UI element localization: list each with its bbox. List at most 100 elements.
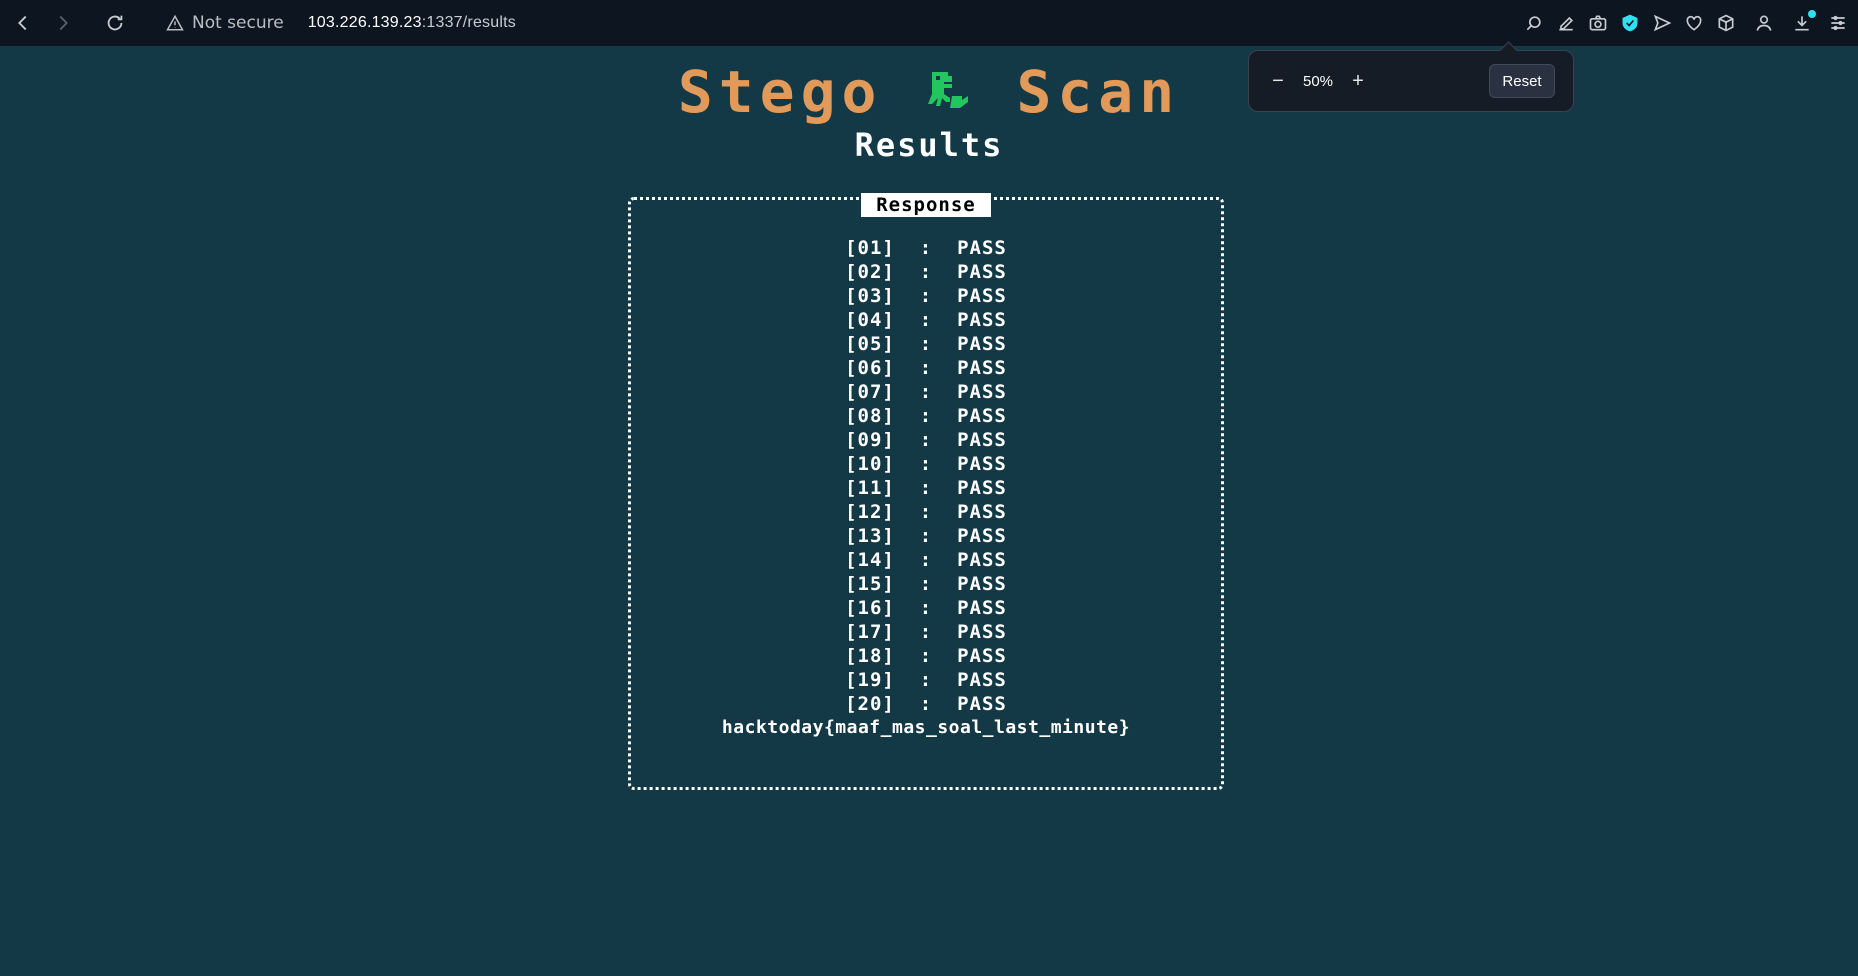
result-separator: : [919,621,933,643]
reload-button[interactable] [100,8,130,38]
result-row: [05] : PASS [628,332,1224,356]
result-id: [01] [845,237,895,259]
result-status: PASS [957,501,1007,523]
result-row: [02] : PASS [628,260,1224,284]
result-separator: : [919,501,933,523]
result-id: [19] [845,669,895,691]
result-id: [09] [845,429,895,451]
result-id: [02] [845,261,895,283]
menu-button[interactable] [1822,7,1854,39]
url-host: 103.226.139.23 [307,14,422,31]
result-row: [07] : PASS [628,380,1224,404]
edit-button[interactable] [1550,7,1582,39]
result-status: PASS [957,477,1007,499]
result-separator: : [919,477,933,499]
result-status: PASS [957,597,1007,619]
result-id: [06] [845,357,895,379]
result-status: PASS [957,381,1007,403]
result-separator: : [919,453,933,475]
result-status: PASS [957,429,1007,451]
result-row: [03] : PASS [628,284,1224,308]
send-button[interactable] [1646,7,1678,39]
back-button[interactable] [8,8,38,38]
profile-button[interactable] [1748,7,1780,39]
result-status: PASS [957,309,1007,331]
result-id: [14] [845,549,895,571]
result-status: PASS [957,453,1007,475]
result-row: [01] : PASS [628,236,1224,260]
result-row: [15] : PASS [628,572,1224,596]
result-separator: : [919,525,933,547]
result-id: [12] [845,501,895,523]
result-status: PASS [957,261,1007,283]
result-row: [06] : PASS [628,356,1224,380]
result-separator: : [919,333,933,355]
result-status: PASS [957,669,1007,691]
result-separator: : [919,285,933,307]
result-id: [17] [845,621,895,643]
title-left: Stego [677,58,883,126]
result-row: [09] : PASS [628,428,1224,452]
result-id: [20] [845,693,895,715]
security-indicator[interactable]: Not secure [166,13,284,33]
result-id: [16] [845,597,895,619]
result-row: [13] : PASS [628,524,1224,548]
result-separator: : [919,645,933,667]
camera-icon [1589,15,1607,31]
edit-icon [1559,16,1574,31]
result-row: [18] : PASS [628,644,1224,668]
dinosaur-logo [924,68,974,116]
menu-icon [1831,15,1845,31]
result-separator: : [919,405,933,427]
result-separator: : [919,693,933,715]
warning-icon [166,14,184,31]
back-icon [18,15,27,31]
shield-icon [1622,14,1638,32]
result-id: [11] [845,477,895,499]
forward-icon [59,15,68,31]
result-id: [15] [845,573,895,595]
shield-button[interactable] [1614,7,1646,39]
screenshot-button[interactable] [1582,7,1614,39]
favorites-button[interactable] [1678,7,1710,39]
result-id: [05] [845,333,895,355]
url-path: :1337/results [421,14,516,31]
result-id: [13] [845,525,895,547]
result-separator: : [919,597,933,619]
result-separator: : [919,573,933,595]
result-row: [12] : PASS [628,500,1224,524]
response-label: Response [861,193,991,217]
result-status: PASS [957,621,1007,643]
downloads-button[interactable] [1786,7,1818,39]
result-separator: : [919,261,933,283]
result-status: PASS [957,549,1007,571]
result-separator: : [919,429,933,451]
result-status: PASS [957,573,1007,595]
page-subtitle: Results [854,126,1004,164]
title-right: Scan [1016,58,1181,126]
security-label: Not secure [192,13,284,33]
reload-icon [107,15,123,31]
results-list: [01] : PASS [02] : PASS [03] : PASS [04] : … [628,236,1224,740]
zoom-icon [1526,16,1541,31]
send-icon [1653,14,1672,32]
result-status: PASS [957,525,1007,547]
address-bar[interactable]: 103.226.139.23:1337/results [308,14,516,32]
extensions-button[interactable] [1710,7,1742,39]
result-id: [04] [845,309,895,331]
result-separator: : [919,309,933,331]
result-status: PASS [957,357,1007,379]
result-separator: : [919,357,933,379]
result-separator: : [919,381,933,403]
zoom-button[interactable] [1518,7,1550,39]
result-row: [11] : PASS [628,476,1224,500]
dinosaur-icon [928,72,969,108]
result-id: [08] [845,405,895,427]
result-row: [14] : PASS [628,548,1224,572]
result-separator: : [919,237,933,259]
result-status: PASS [957,405,1007,427]
result-separator: : [919,669,933,691]
result-row: [10] : PASS [628,452,1224,476]
result-id: [07] [845,381,895,403]
forward-button[interactable] [48,8,78,38]
